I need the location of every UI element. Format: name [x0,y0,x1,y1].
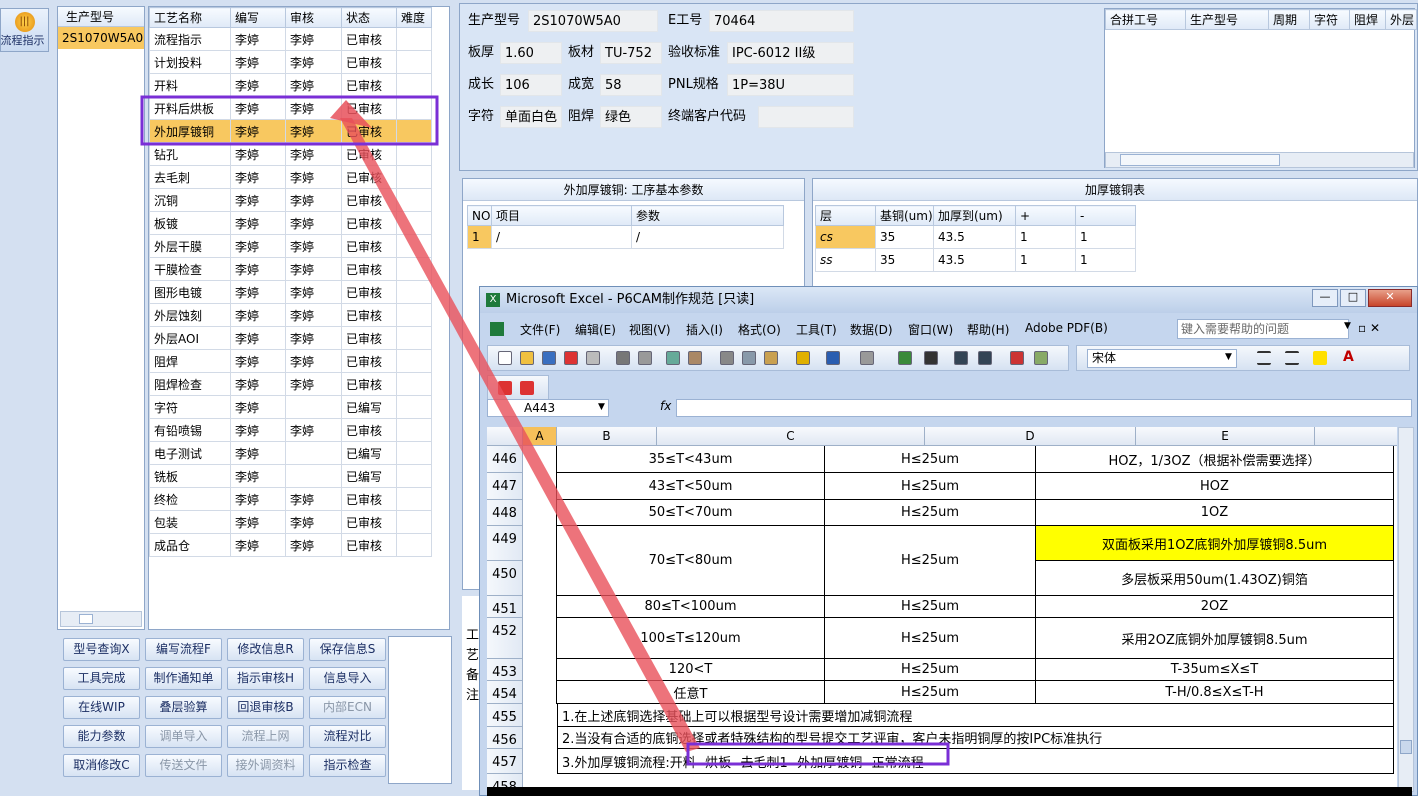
annotation-layer [140,95,950,766]
highlight-box-process [140,95,439,146]
annotation-arrow [340,118,700,752]
highlight-box-excel [686,742,950,766]
